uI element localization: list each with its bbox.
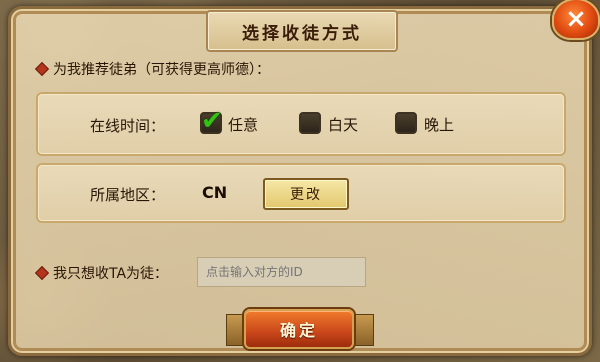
change-region-button[interactable]: 更改 [263, 178, 349, 210]
confirm-button[interactable]: 确定 [244, 309, 354, 349]
checkbox-any[interactable]: ✔ [200, 106, 223, 136]
checkbox-daytime[interactable] [299, 112, 321, 134]
checkmark-icon: ✔ [201, 106, 223, 136]
online-time-label: 在线时间： [90, 117, 166, 135]
recommend-heading: 为我推荐徒弟（可获得更高师德）： [53, 62, 270, 78]
option-evening-label[interactable]: 晚上 [424, 114, 454, 135]
close-icon: × [565, 4, 587, 34]
close-button[interactable]: × [552, 0, 600, 40]
checkbox-evening[interactable] [395, 112, 417, 134]
option-any-label[interactable]: 任意 [228, 114, 258, 135]
region-value: CN [202, 183, 228, 202]
player-id-input[interactable] [197, 257, 366, 287]
region-label: 所属地区： [90, 186, 166, 204]
button-ornament-right [352, 314, 374, 346]
dialog-title: 选择收徒方式 [206, 10, 398, 52]
option-daytime-label[interactable]: 白天 [328, 114, 358, 135]
direct-recruit-label: 我只想收TA为徒： [53, 266, 169, 282]
